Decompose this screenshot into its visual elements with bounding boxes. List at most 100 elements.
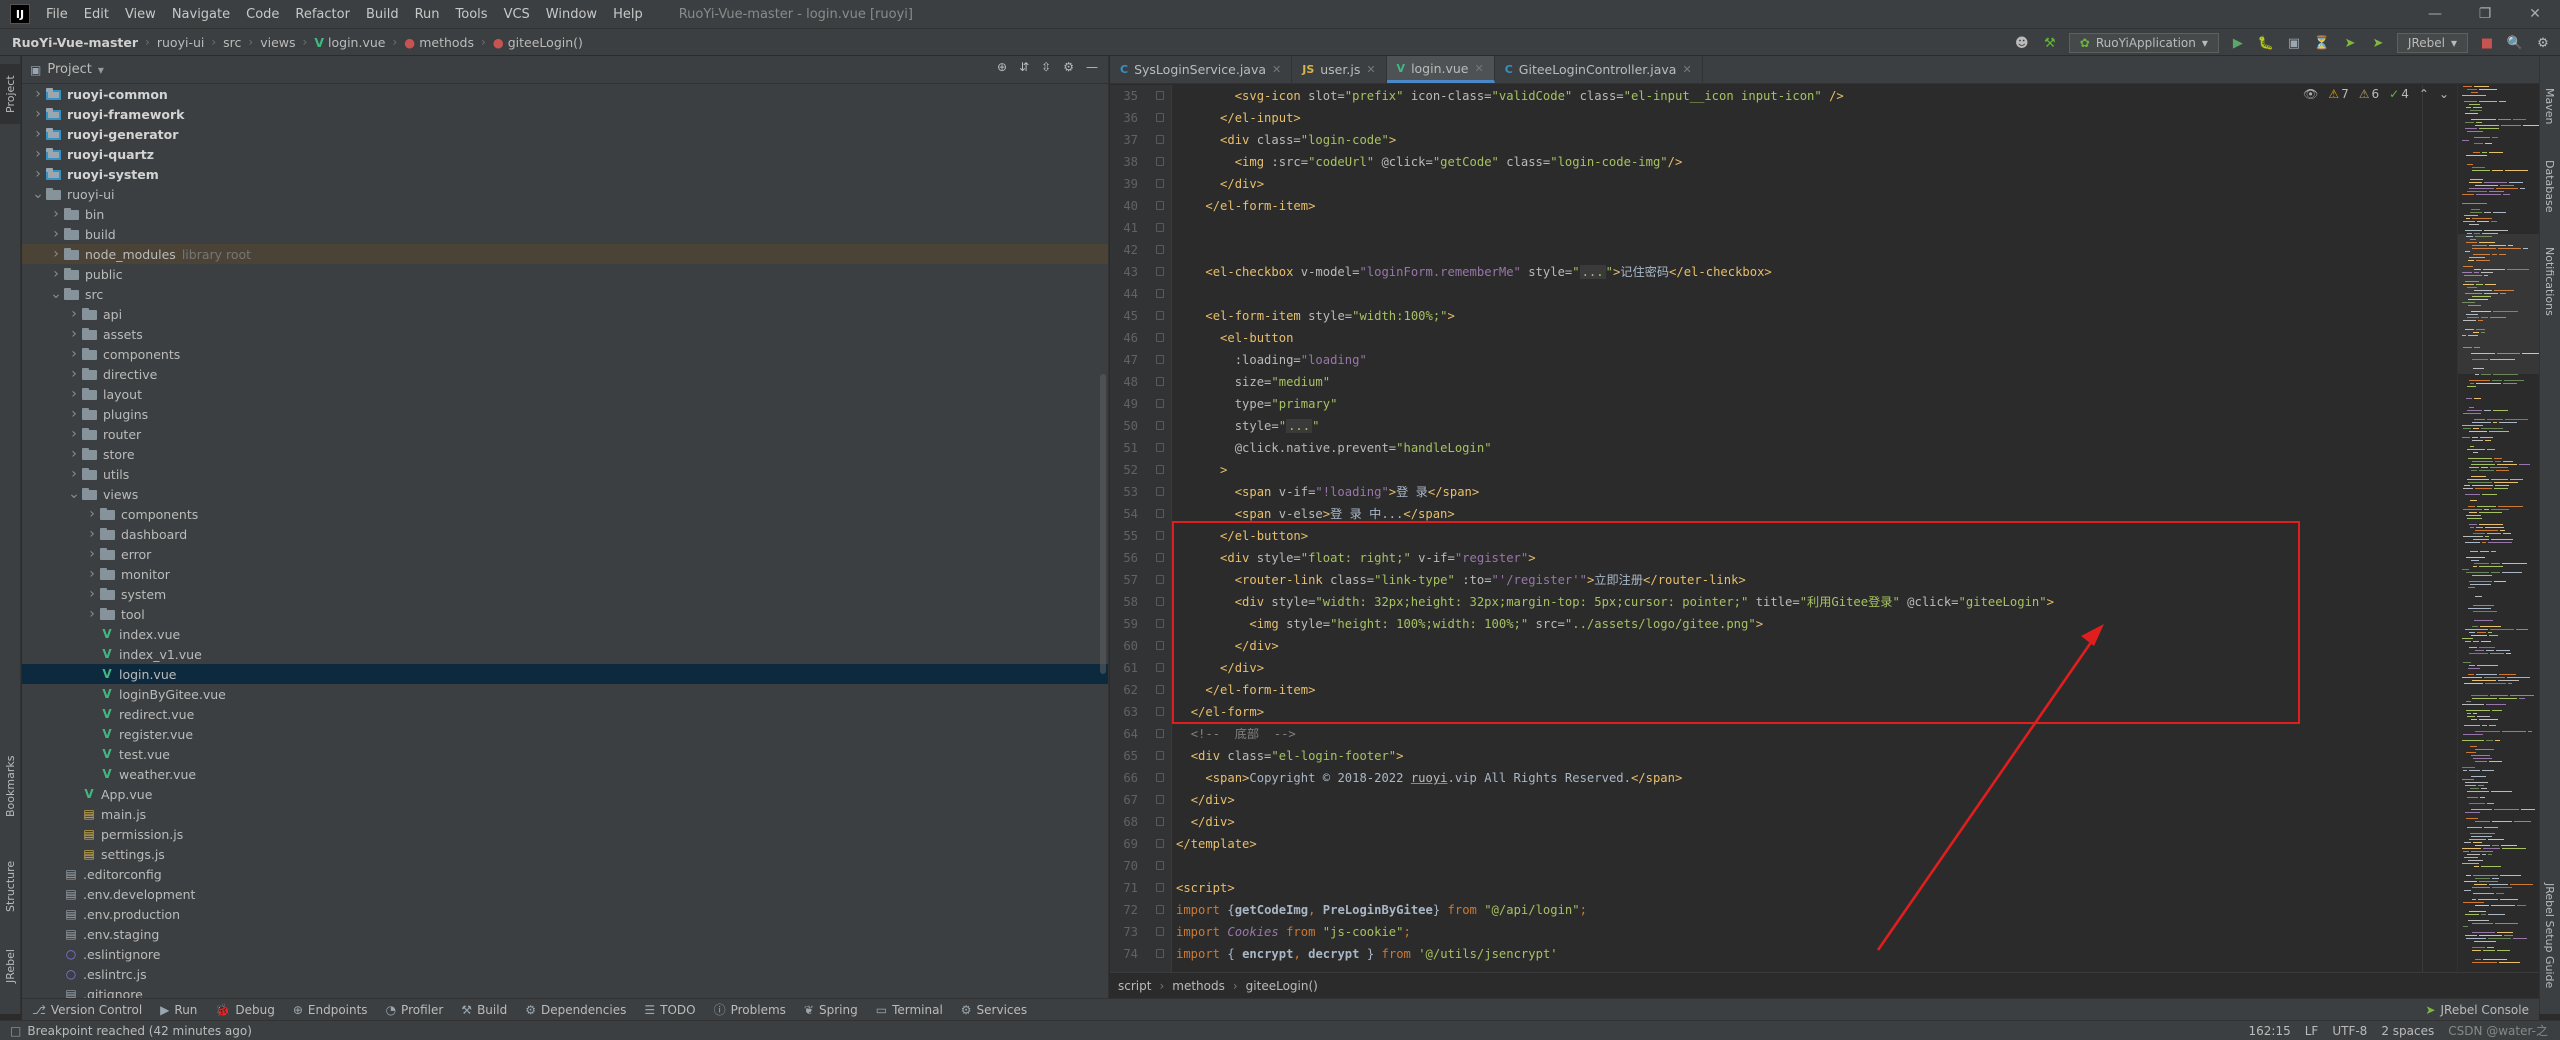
fold-marker-icon[interactable] — [1156, 289, 1164, 298]
chevron-right-icon[interactable]: › — [84, 506, 100, 522]
line-number[interactable]: 61 — [1110, 657, 1138, 679]
line-number[interactable]: 63 — [1110, 701, 1138, 723]
tree-item[interactable]: › api — [22, 304, 1108, 324]
fold-marker-icon[interactable] — [1156, 399, 1164, 408]
tree-item[interactable]: › assets — [22, 324, 1108, 344]
tool-tab-endpoints[interactable]: ⊕ Endpoints — [293, 1001, 368, 1018]
tool-tab-todo[interactable]: ☰ TODO — [644, 1001, 695, 1018]
editor-tab[interactable]: C GiteeLoginController.java ✕ — [1495, 56, 1703, 83]
fold-marker-icon[interactable] — [1156, 773, 1164, 782]
tree-item[interactable]: ▤ main.js — [22, 804, 1108, 824]
line-number[interactable]: 37 — [1110, 129, 1138, 151]
menu-code[interactable]: Code — [238, 7, 287, 22]
close-icon[interactable]: ✕ — [1682, 63, 1691, 76]
menu-tools[interactable]: Tools — [448, 7, 496, 22]
line-number[interactable]: 44 — [1110, 283, 1138, 305]
hide-icon[interactable]: — — [1086, 60, 1098, 74]
fold-marker-icon[interactable] — [1156, 135, 1164, 144]
breadcrumb-item[interactable]: ruoyi-ui — [153, 35, 209, 50]
editor-tab[interactable]: C SysLoginService.java ✕ — [1110, 56, 1293, 83]
tree-item[interactable]: ▤ .env.production — [22, 904, 1108, 924]
project-tool-tab[interactable]: Project — [0, 64, 21, 124]
minimize-icon[interactable]: — — [2410, 0, 2460, 28]
tree-item[interactable]: › ruoyi-common — [22, 84, 1108, 104]
breadcrumb-item[interactable]: ● giteeLogin() — [489, 35, 587, 50]
maven-tool-tab[interactable]: Maven — [2539, 76, 2560, 136]
breadcrumb-item[interactable]: RuoYi-Vue-master — [0, 35, 142, 50]
tree-item[interactable]: › build — [22, 224, 1108, 244]
tree-item[interactable]: Vindex_v1.vue — [22, 644, 1108, 664]
chevron-right-icon[interactable]: › — [66, 306, 82, 322]
coverage-icon[interactable]: ▣ — [2285, 34, 2303, 52]
fold-marker-icon[interactable] — [1156, 685, 1164, 694]
editor-tab[interactable]: Vlogin.vue ✕ — [1386, 56, 1495, 83]
tree-item[interactable]: ⌄ src — [22, 284, 1108, 304]
close-icon[interactable]: ✕ — [1366, 63, 1375, 76]
user-icon[interactable]: ☻ — [2013, 34, 2031, 52]
chevron-right-icon[interactable]: › — [66, 346, 82, 362]
tree-item[interactable]: › store — [22, 444, 1108, 464]
fold-marker-icon[interactable] — [1156, 795, 1164, 804]
breadcrumb-item[interactable]: views — [256, 35, 299, 50]
chevron-right-icon[interactable]: › — [66, 446, 82, 462]
run-config-select[interactable]: ✿ RuoYiApplication ▾ — [2068, 33, 2219, 53]
restore-icon[interactable]: ❐ — [2460, 0, 2510, 28]
gear-icon[interactable]: ⚙ — [1063, 60, 1074, 74]
jrebel-select[interactable]: JRebel ▾ — [2396, 33, 2468, 53]
structure-tool-tab[interactable]: Structure — [0, 846, 21, 926]
tree-item[interactable]: Vindex.vue — [22, 624, 1108, 644]
settings-icon[interactable]: ⚙ — [2534, 34, 2552, 52]
fold-marker-icon[interactable] — [1156, 839, 1164, 848]
line-number[interactable]: 41 — [1110, 217, 1138, 239]
line-number[interactable]: 56 — [1110, 547, 1138, 569]
fold-marker-icon[interactable] — [1156, 663, 1164, 672]
tree-item[interactable]: Vredirect.vue — [22, 704, 1108, 724]
chevron-right-icon[interactable]: › — [30, 166, 46, 182]
close-icon[interactable]: ✕ — [2510, 0, 2560, 28]
tool-tab-spring[interactable]: ❦ Spring — [804, 1001, 858, 1018]
tree-item[interactable]: › ruoyi-quartz — [22, 144, 1108, 164]
tree-item[interactable]: › dashboard — [22, 524, 1108, 544]
line-number[interactable]: 46 — [1110, 327, 1138, 349]
fold-marker-icon[interactable] — [1156, 245, 1164, 254]
tree-item[interactable]: › directive — [22, 364, 1108, 384]
fold-marker-icon[interactable] — [1156, 267, 1164, 276]
stop-icon[interactable]: ■ — [2478, 34, 2496, 52]
line-number[interactable]: 58 — [1110, 591, 1138, 613]
menu-navigate[interactable]: Navigate — [164, 7, 238, 22]
line-number[interactable]: 66 — [1110, 767, 1138, 789]
chevron-right-icon[interactable]: › — [48, 246, 64, 262]
line-number[interactable]: 70 — [1110, 855, 1138, 877]
fold-marker-icon[interactable] — [1156, 575, 1164, 584]
line-number[interactable]: 54 — [1110, 503, 1138, 525]
line-number[interactable]: 45 — [1110, 305, 1138, 327]
chevron-down-icon[interactable]: ⌄ — [66, 486, 82, 502]
chevron-right-icon[interactable]: › — [48, 266, 64, 282]
chevron-right-icon[interactable]: › — [84, 546, 100, 562]
line-number[interactable]: 43 — [1110, 261, 1138, 283]
fold-marker-icon[interactable] — [1156, 311, 1164, 320]
fold-marker-icon[interactable] — [1156, 179, 1164, 188]
fold-marker-icon[interactable] — [1156, 553, 1164, 562]
jrebel-debug-icon[interactable]: ➤ — [2369, 34, 2387, 52]
tree-item[interactable]: Vregister.vue — [22, 724, 1108, 744]
fold-marker-icon[interactable] — [1156, 157, 1164, 166]
line-number[interactable]: 72 — [1110, 899, 1138, 921]
chevron-right-icon[interactable]: › — [66, 406, 82, 422]
chevron-right-icon[interactable]: › — [66, 426, 82, 442]
tree-item[interactable]: ▤ .gitignore — [22, 984, 1108, 999]
close-icon[interactable]: ✕ — [1475, 62, 1484, 75]
line-number[interactable]: 60 — [1110, 635, 1138, 657]
line-number[interactable]: 38 — [1110, 151, 1138, 173]
tree-item[interactable]: ○ .eslintrc.js — [22, 964, 1108, 984]
inspection-widget[interactable]: 👁 ⚠ 7 ⚠ 6 ✓ 4 ⌃ ⌄ — [2303, 87, 2449, 101]
breadcrumb-item[interactable]: ● methods — [400, 35, 478, 50]
debug-icon[interactable]: 🐛 — [2257, 34, 2275, 52]
jrebel-console-tab[interactable]: ➤ JRebel Console — [2425, 1003, 2529, 1017]
chevron-down-icon[interactable]: ▾ — [98, 63, 104, 77]
tree-item[interactable]: ▤ .env.development — [22, 884, 1108, 904]
search-icon[interactable]: 🔍 — [2506, 34, 2524, 52]
fold-marker-icon[interactable] — [1156, 861, 1164, 870]
chevron-right-icon[interactable]: › — [30, 106, 46, 122]
chevron-up-icon[interactable]: ⌃ — [2419, 87, 2429, 101]
